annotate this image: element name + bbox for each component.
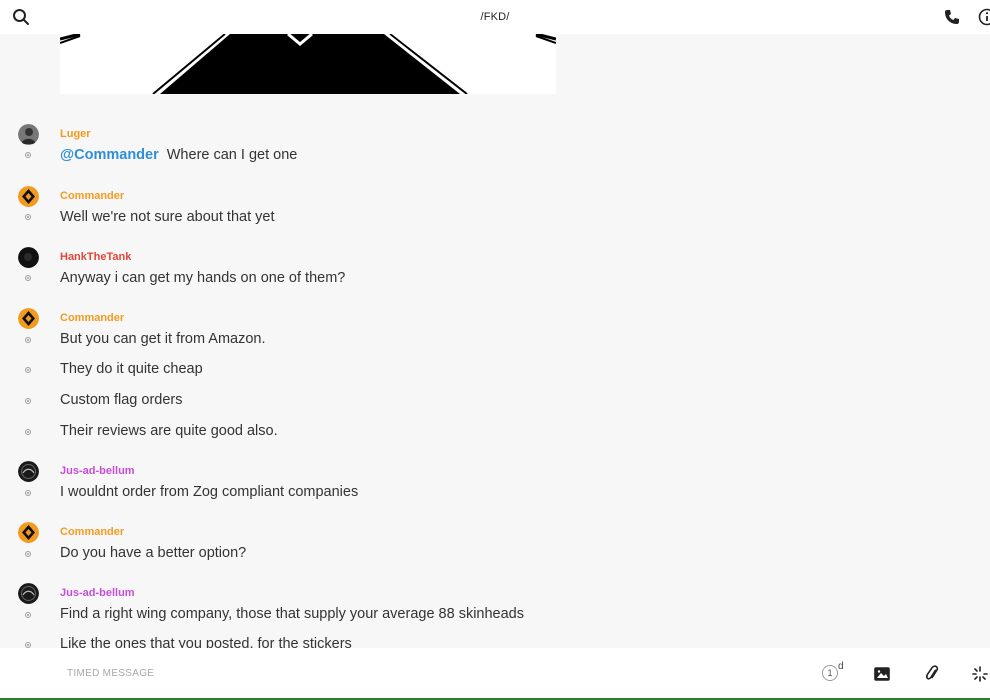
read-receipt-icon (25, 551, 31, 557)
mention-link[interactable]: @Commander (60, 147, 159, 163)
read-receipt-icon (25, 367, 31, 373)
avatar[interactable] (18, 522, 39, 543)
message-list[interactable]: Luger @Commander Where can I get one Comm… (0, 112, 990, 648)
message-input[interactable]: TIMED MESSAGE (67, 668, 154, 679)
read-receipt-icon (25, 429, 31, 435)
read-receipt-icon (25, 398, 31, 404)
timer-unit: d (838, 661, 844, 672)
paperclip-icon[interactable] (924, 665, 940, 683)
avatar[interactable] (18, 186, 39, 207)
message-text[interactable]: Their reviews are quite good also. (60, 423, 278, 439)
conversation-title: /FKD/ (480, 11, 510, 23)
sender-name[interactable]: Luger (60, 128, 91, 140)
read-receipt-icon (25, 152, 31, 158)
image-icon[interactable] (874, 666, 890, 682)
sender-name[interactable]: Commander (60, 526, 124, 538)
avatar[interactable] (18, 124, 39, 145)
avatar[interactable] (18, 461, 39, 482)
info-icon[interactable] (978, 8, 990, 26)
read-receipt-icon (25, 337, 31, 343)
message-text[interactable]: Anyway i can get my hands on one of them… (60, 270, 345, 286)
sender-name[interactable]: Commander (60, 190, 124, 202)
sender-name[interactable]: HankTheTank (60, 251, 131, 263)
message-text[interactable]: Do you have a better option? (60, 545, 246, 561)
image-attachment[interactable] (60, 34, 556, 94)
message-body: Where can I get one (166, 147, 298, 163)
avatar[interactable] (18, 583, 39, 604)
read-receipt-icon (25, 612, 31, 618)
message-text[interactable]: They do it quite cheap (60, 361, 203, 377)
sparkle-icon[interactable] (972, 666, 988, 682)
header-bar: /FKD/ (0, 0, 990, 34)
message-text[interactable]: Well we're not sure about that yet (60, 209, 274, 225)
read-receipt-icon (25, 275, 31, 281)
message-text[interactable]: Like the ones that you posted, for the s… (60, 636, 352, 648)
timer-icon: 1 (822, 665, 838, 681)
message-text[interactable]: I wouldnt order from Zog compliant compa… (60, 484, 358, 500)
composer-bar: TIMED MESSAGE 1 d (0, 648, 990, 698)
message-text[interactable]: Custom flag orders (60, 392, 183, 408)
read-receipt-icon (25, 490, 31, 496)
message-text[interactable]: Find a right wing company, those that su… (60, 606, 524, 622)
avatar[interactable] (18, 247, 39, 268)
sender-name[interactable]: Jus-ad-bellum (60, 587, 135, 599)
chat-window: /FKD/ Luger @Commander Where can I get o… (0, 0, 990, 700)
timer-button[interactable]: 1 d (822, 661, 852, 685)
message-text[interactable]: But you can get it from Amazon. (60, 331, 266, 347)
message-text[interactable]: @Commander Where can I get one (60, 147, 297, 163)
read-receipt-icon (25, 214, 31, 220)
flag-image (60, 34, 556, 94)
avatar[interactable] (18, 308, 39, 329)
phone-icon[interactable] (944, 9, 960, 25)
sender-name[interactable]: Jus-ad-bellum (60, 465, 135, 477)
sender-name[interactable]: Commander (60, 312, 124, 324)
